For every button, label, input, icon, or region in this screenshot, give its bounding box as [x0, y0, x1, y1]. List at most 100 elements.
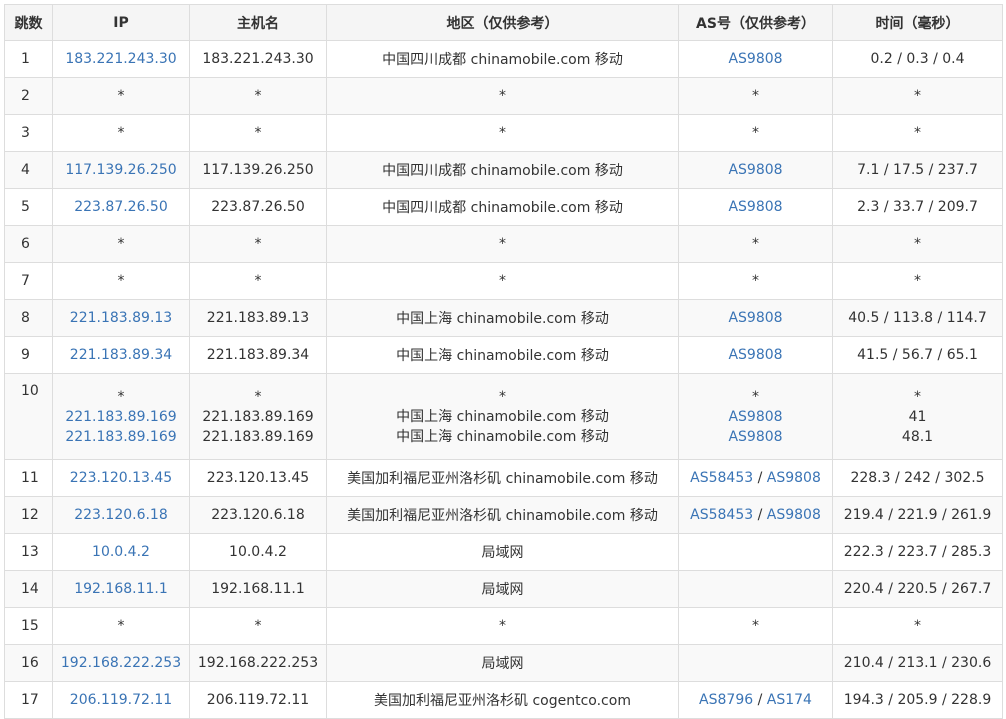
- table-row: 8 221.183.89.13 221.183.89.13 中国上海 chinamob…: [4, 299, 1003, 337]
- host-cell: 117.139.26.250: [189, 151, 327, 189]
- ip-cell: 10.0.4.2: [52, 533, 190, 571]
- ip-link[interactable]: 223.87.26.50: [74, 199, 168, 215]
- ip-link[interactable]: 221.183.89.13: [70, 310, 172, 326]
- as-text: *: [752, 388, 759, 405]
- as-cell: *: [678, 607, 833, 645]
- ip-link[interactable]: 221.183.89.169: [65, 409, 176, 425]
- region-line: 中国上海 chinamobile.com 移动: [396, 408, 609, 425]
- hop-cell: 10: [4, 373, 53, 460]
- time-cell: 228.3 / 242 / 302.5: [832, 459, 1003, 497]
- ip-link[interactable]: 206.119.72.11: [70, 692, 172, 708]
- time-cell: *: [832, 262, 1003, 300]
- ip-cell: *: [52, 77, 190, 115]
- ip-link[interactable]: 223.120.6.18: [74, 507, 168, 523]
- region-cell: 中国四川成都 chinamobile.com 移动: [326, 151, 679, 189]
- ip-cell: 117.139.26.250: [52, 151, 190, 189]
- hop-cell: 5: [4, 188, 53, 226]
- host-cell: 10.0.4.2: [189, 533, 327, 571]
- ip-link[interactable]: 192.168.222.253: [61, 655, 181, 671]
- as-line: *: [679, 387, 832, 407]
- as-cell: AS58453 / AS9808: [678, 459, 833, 497]
- region-line: 中国上海 chinamobile.com 移动: [396, 428, 609, 445]
- ip-cell: *: [52, 225, 190, 263]
- table-row: 11 223.120.13.45 223.120.13.45 美国加利福尼亚州洛杉矶 …: [4, 459, 1003, 497]
- as-link[interactable]: AS9808: [767, 470, 821, 486]
- ip-line: *: [53, 387, 189, 407]
- as-separator: /: [753, 470, 767, 486]
- hop-cell: 2: [4, 77, 53, 115]
- as-text: *: [752, 236, 759, 252]
- ip-link[interactable]: 223.120.13.45: [70, 470, 172, 486]
- ip-line: 221.183.89.169: [53, 427, 189, 447]
- ip-link[interactable]: 117.139.26.250: [65, 162, 176, 178]
- time-cell: 219.4 / 221.9 / 261.9: [832, 496, 1003, 534]
- as-cell: *: [678, 114, 833, 152]
- as-link[interactable]: AS9808: [728, 409, 782, 425]
- as-link[interactable]: AS9808: [728, 162, 782, 178]
- time-line: 41: [908, 408, 927, 425]
- region-cell: 中国四川成都 chinamobile.com 移动: [326, 40, 679, 78]
- header-host: 主机名: [189, 4, 327, 41]
- region-cell: *: [326, 225, 679, 263]
- table-row: 4 117.139.26.250 117.139.26.250 中国四川成都 chin…: [4, 151, 1003, 189]
- region-cell: 美国加利福尼亚州洛杉矶 chinamobile.com 移动: [326, 459, 679, 497]
- as-cell: AS9808: [678, 336, 833, 374]
- table-row: 15 * * * * *: [4, 607, 1003, 645]
- as-link[interactable]: AS9808: [728, 51, 782, 67]
- region-cell: * 中国上海 chinamobile.com 移动 中国上海 chinamobile…: [326, 373, 679, 460]
- table-row: 9 221.183.89.34 221.183.89.34 中国上海 chinamob…: [4, 336, 1003, 374]
- as-link[interactable]: AS9808: [728, 429, 782, 445]
- time-cell: 41.5 / 56.7 / 65.1: [832, 336, 1003, 374]
- time-cell: * 41 48.1: [832, 373, 1003, 460]
- ip-cell: 223.120.6.18: [52, 496, 190, 534]
- ip-link[interactable]: 183.221.243.30: [65, 51, 176, 67]
- time-line: 48.1: [901, 428, 934, 445]
- host-cell: 223.120.6.18: [189, 496, 327, 534]
- as-cell: * AS9808 AS9808: [678, 373, 833, 460]
- header-region: 地区（仅供参考）: [326, 4, 679, 41]
- table-row: 5 223.87.26.50 223.87.26.50 中国四川成都 chinamob…: [4, 188, 1003, 226]
- table-row: 3 * * * * *: [4, 114, 1003, 152]
- as-link[interactable]: AS174: [767, 692, 812, 708]
- ip-link[interactable]: 192.168.11.1: [74, 581, 168, 597]
- as-link[interactable]: AS9808: [728, 310, 782, 326]
- traceroute-table: 跳数 IP 主机名 地区（仅供参考） AS号（仅供参考） 时间（毫秒） 1 183…: [4, 4, 1003, 719]
- hop-cell: 13: [4, 533, 53, 571]
- hop-cell: 4: [4, 151, 53, 189]
- as-link[interactable]: AS9808: [728, 347, 782, 363]
- as-cell: [678, 570, 833, 608]
- as-link[interactable]: AS58453: [690, 507, 753, 523]
- ip-cell: * 221.183.89.169 221.183.89.169: [52, 373, 190, 460]
- as-link[interactable]: AS9808: [728, 199, 782, 215]
- table-header-row: 跳数 IP 主机名 地区（仅供参考） AS号（仅供参考） 时间（毫秒）: [4, 4, 1003, 41]
- time-cell: 222.3 / 223.7 / 285.3: [832, 533, 1003, 571]
- as-cell: AS9808: [678, 151, 833, 189]
- host-cell: *: [189, 607, 327, 645]
- table-row: 1 183.221.243.30 183.221.243.30 中国四川成都 chin…: [4, 40, 1003, 78]
- host-cell: 183.221.243.30: [189, 40, 327, 78]
- ip-cell: *: [52, 607, 190, 645]
- table-row: 6 * * * * *: [4, 225, 1003, 263]
- ip-cell: 183.221.243.30: [52, 40, 190, 78]
- as-link[interactable]: AS58453: [690, 470, 753, 486]
- as-cell: *: [678, 262, 833, 300]
- header-hop: 跳数: [4, 4, 53, 41]
- hop-cell: 9: [4, 336, 53, 374]
- ip-cell: 192.168.222.253: [52, 644, 190, 682]
- as-separator: /: [753, 692, 767, 708]
- as-link[interactable]: AS9808: [767, 507, 821, 523]
- as-cell: AS9808: [678, 188, 833, 226]
- ip-link[interactable]: 221.183.89.34: [70, 347, 172, 363]
- ip-cell: 221.183.89.13: [52, 299, 190, 337]
- ip-link[interactable]: 10.0.4.2: [92, 544, 150, 560]
- as-text: *: [752, 125, 759, 141]
- as-link[interactable]: AS8796: [699, 692, 753, 708]
- ip-link[interactable]: 221.183.89.169: [65, 429, 176, 445]
- hop-cell: 1: [4, 40, 53, 78]
- ip-cell: 223.120.13.45: [52, 459, 190, 497]
- host-cell: *: [189, 262, 327, 300]
- region-cell: *: [326, 262, 679, 300]
- hop-cell: 3: [4, 114, 53, 152]
- as-text: *: [752, 88, 759, 104]
- host-cell: 221.183.89.34: [189, 336, 327, 374]
